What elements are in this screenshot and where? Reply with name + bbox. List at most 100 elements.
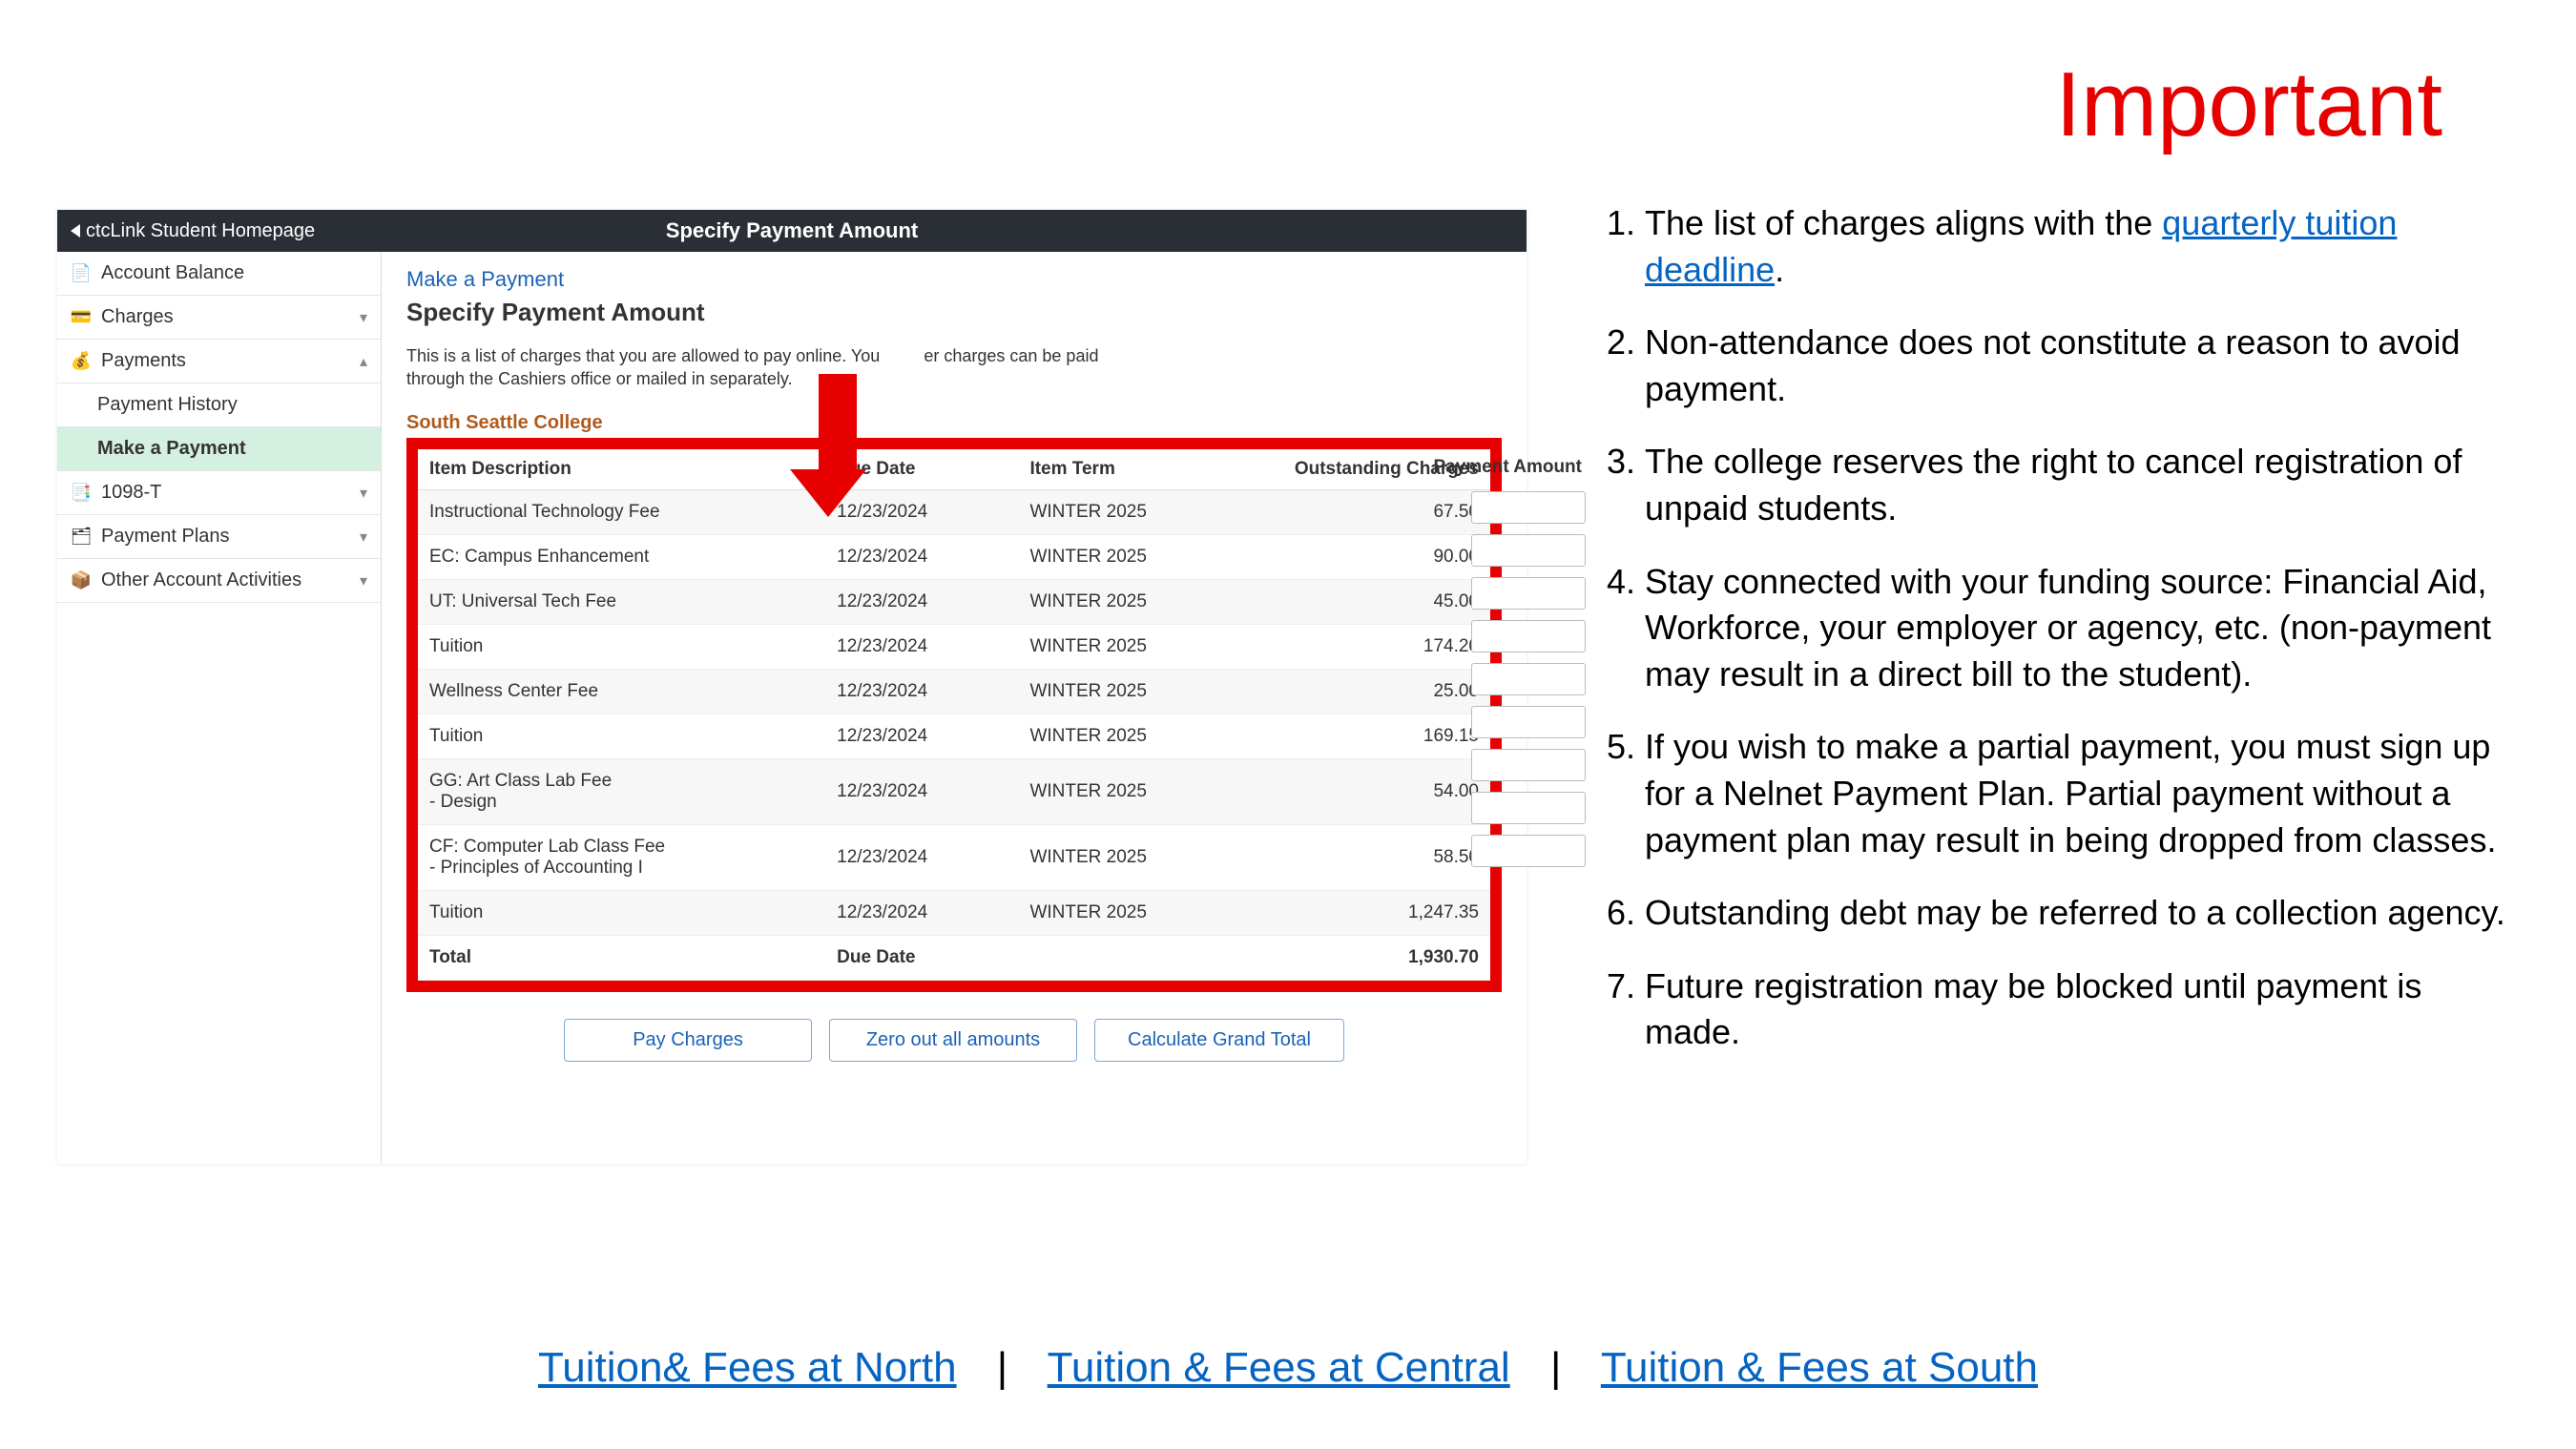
cell-item-term: WINTER 2025 (1018, 489, 1254, 534)
sidebar-item-label: Payment Plans (101, 526, 230, 548)
tuition-central-link[interactable]: Tuition & Fees at Central (1048, 1344, 1510, 1391)
sidebar-item-label: Payments (101, 350, 186, 372)
cell-due-date: 12/23/2024 (825, 534, 1018, 579)
payment-amount-input[interactable] (1471, 577, 1586, 610)
main-content: Make a Payment Specify Payment Amount Th… (382, 252, 1527, 1164)
note-item: The list of charges aligns with the quar… (1645, 200, 2509, 293)
back-label: ctcLink Student Homepage (86, 220, 315, 242)
form-icon: 📑 (71, 483, 92, 504)
cell-item-description: Tuition (418, 624, 825, 669)
annotation-arrow-icon (809, 374, 866, 517)
note-text: . (1775, 250, 1784, 289)
cell-outstanding: 25.00 (1255, 669, 1490, 714)
cell-due-date: 12/23/2024 (825, 579, 1018, 624)
cell-item-description: GG: Art Class Lab Fee - Design (418, 758, 825, 824)
chevron-left-icon (71, 224, 80, 238)
separator: | (1550, 1344, 1561, 1391)
payment-amount-input[interactable] (1471, 534, 1586, 567)
cell-outstanding: 58.50 (1255, 824, 1490, 890)
cell-item-term: WINTER 2025 (1018, 579, 1254, 624)
sidebar-item-charges[interactable]: 💳 Charges ▾ (57, 296, 381, 340)
chevron-down-icon: ▾ (360, 571, 367, 590)
sidebar-item-payment-history[interactable]: Payment History (57, 383, 381, 427)
topbar-title: Specify Payment Amount (666, 218, 918, 243)
sidebar-item-1098t[interactable]: 📑 1098-T ▾ (57, 471, 381, 515)
cell-item-term: WINTER 2025 (1018, 534, 1254, 579)
payment-amount-input[interactable] (1471, 663, 1586, 695)
sidebar-item-payment-plans[interactable]: 🗂 Payment Plans ▾ (57, 515, 381, 559)
charges-highlight-box: Payment Amount (406, 438, 1502, 992)
cell-item-description: EC: Campus Enhancement (418, 534, 825, 579)
payment-amount-input[interactable] (1471, 749, 1586, 781)
payment-amount-input[interactable] (1471, 792, 1586, 824)
app-topbar: ctcLink Student Homepage Specify Payment… (57, 210, 1527, 252)
table-row: Tuition12/23/2024WINTER 2025174.20 (418, 624, 1490, 669)
college-name: South Seattle College (406, 412, 1502, 434)
table-row: GG: Art Class Lab Fee - Design12/23/2024… (418, 758, 1490, 824)
chevron-down-icon: ▾ (360, 308, 367, 327)
payment-amount-input[interactable] (1471, 491, 1586, 524)
col-item-description: Item Description (418, 449, 825, 490)
cell-item-term: WINTER 2025 (1018, 758, 1254, 824)
chevron-up-icon: ▴ (360, 352, 367, 371)
total-due-label: Due Date (825, 935, 1018, 980)
payment-amount-inputs (1471, 491, 1586, 867)
separator: | (997, 1344, 1008, 1391)
cell-item-description: CF: Computer Lab Class Fee - Principles … (418, 824, 825, 890)
cell-item-description: Instructional Technology Fee (418, 489, 825, 534)
note-item: Non-attendance does not constitute a rea… (1645, 320, 2509, 412)
cell-outstanding: 67.50 (1255, 489, 1490, 534)
note-item: The college reserves the right to cancel… (1645, 439, 2509, 531)
doc-icon: 📄 (71, 263, 92, 284)
cell-outstanding: 54.00 (1255, 758, 1490, 824)
cell-due-date: 12/23/2024 (825, 890, 1018, 935)
cell-outstanding: 1,247.35 (1255, 890, 1490, 935)
payment-amount-input[interactable] (1471, 620, 1586, 652)
total-label: Total (418, 935, 825, 980)
sidebar: 📄 Account Balance 💳 Charges ▾ 💰 Payments… (57, 252, 382, 1164)
cell-due-date: 12/23/2024 (825, 824, 1018, 890)
table-row: Wellness Center Fee12/23/2024WINTER 2025… (418, 669, 1490, 714)
cell-outstanding: 45.00 (1255, 579, 1490, 624)
table-row: EC: Campus Enhancement12/23/2024WINTER 2… (418, 534, 1490, 579)
sidebar-item-payments[interactable]: 💰 Payments ▴ (57, 340, 381, 383)
breadcrumb[interactable]: Make a Payment (406, 267, 1502, 292)
tuition-north-link[interactable]: Tuition& Fees at North (538, 1344, 957, 1391)
cell-due-date: 12/23/2024 (825, 669, 1018, 714)
cell-item-term: WINTER 2025 (1018, 890, 1254, 935)
sidebar-item-label: 1098-T (101, 482, 161, 504)
back-button[interactable]: ctcLink Student Homepage (71, 220, 315, 242)
cell-item-term: WINTER 2025 (1018, 624, 1254, 669)
sidebar-item-account-balance[interactable]: 📄 Account Balance (57, 252, 381, 296)
slide-heading: Important (2055, 52, 2442, 157)
payment-amount-input[interactable] (1471, 706, 1586, 738)
desc-part-a: This is a list of charges that you are a… (406, 346, 880, 365)
cell-outstanding: 90.00 (1255, 534, 1490, 579)
col-payment-amount: Payment Amount (1433, 457, 1582, 478)
note-item: If you wish to make a partial payment, y… (1645, 724, 2509, 863)
calculate-total-button[interactable]: Calculate Grand Total (1094, 1019, 1344, 1062)
cell-outstanding: 174.20 (1255, 624, 1490, 669)
sidebar-item-label: Charges (101, 306, 174, 328)
app-screenshot: ctcLink Student Homepage Specify Payment… (57, 210, 1527, 1164)
action-buttons: Pay Charges Zero out all amounts Calcula… (406, 1019, 1502, 1062)
page-description: This is a list of charges that you are a… (406, 344, 1112, 391)
cell-item-term: WINTER 2025 (1018, 714, 1254, 758)
payment-amount-input[interactable] (1471, 835, 1586, 867)
table-row: Instructional Technology Fee12/23/2024WI… (418, 489, 1490, 534)
page-title: Specify Payment Amount (406, 298, 1502, 327)
sidebar-item-other-activities[interactable]: 📦 Other Account Activities ▾ (57, 559, 381, 603)
cell-due-date: 12/23/2024 (825, 714, 1018, 758)
important-notes: The list of charges aligns with the quar… (1593, 200, 2509, 1083)
cell-item-term: WINTER 2025 (1018, 669, 1254, 714)
table-row: UT: Universal Tech Fee12/23/2024WINTER 2… (418, 579, 1490, 624)
pay-charges-button[interactable]: Pay Charges (564, 1019, 812, 1062)
zero-amounts-button[interactable]: Zero out all amounts (829, 1019, 1077, 1062)
table-row: CF: Computer Lab Class Fee - Principles … (418, 824, 1490, 890)
table-row: Tuition12/23/2024WINTER 2025169.15 (418, 714, 1490, 758)
note-item: Future registration may be blocked until… (1645, 963, 2509, 1056)
tuition-south-link[interactable]: Tuition & Fees at South (1601, 1344, 2038, 1391)
cell-due-date: 12/23/2024 (825, 624, 1018, 669)
sidebar-item-label: Other Account Activities (101, 569, 301, 591)
sidebar-item-make-a-payment[interactable]: Make a Payment (57, 427, 381, 471)
